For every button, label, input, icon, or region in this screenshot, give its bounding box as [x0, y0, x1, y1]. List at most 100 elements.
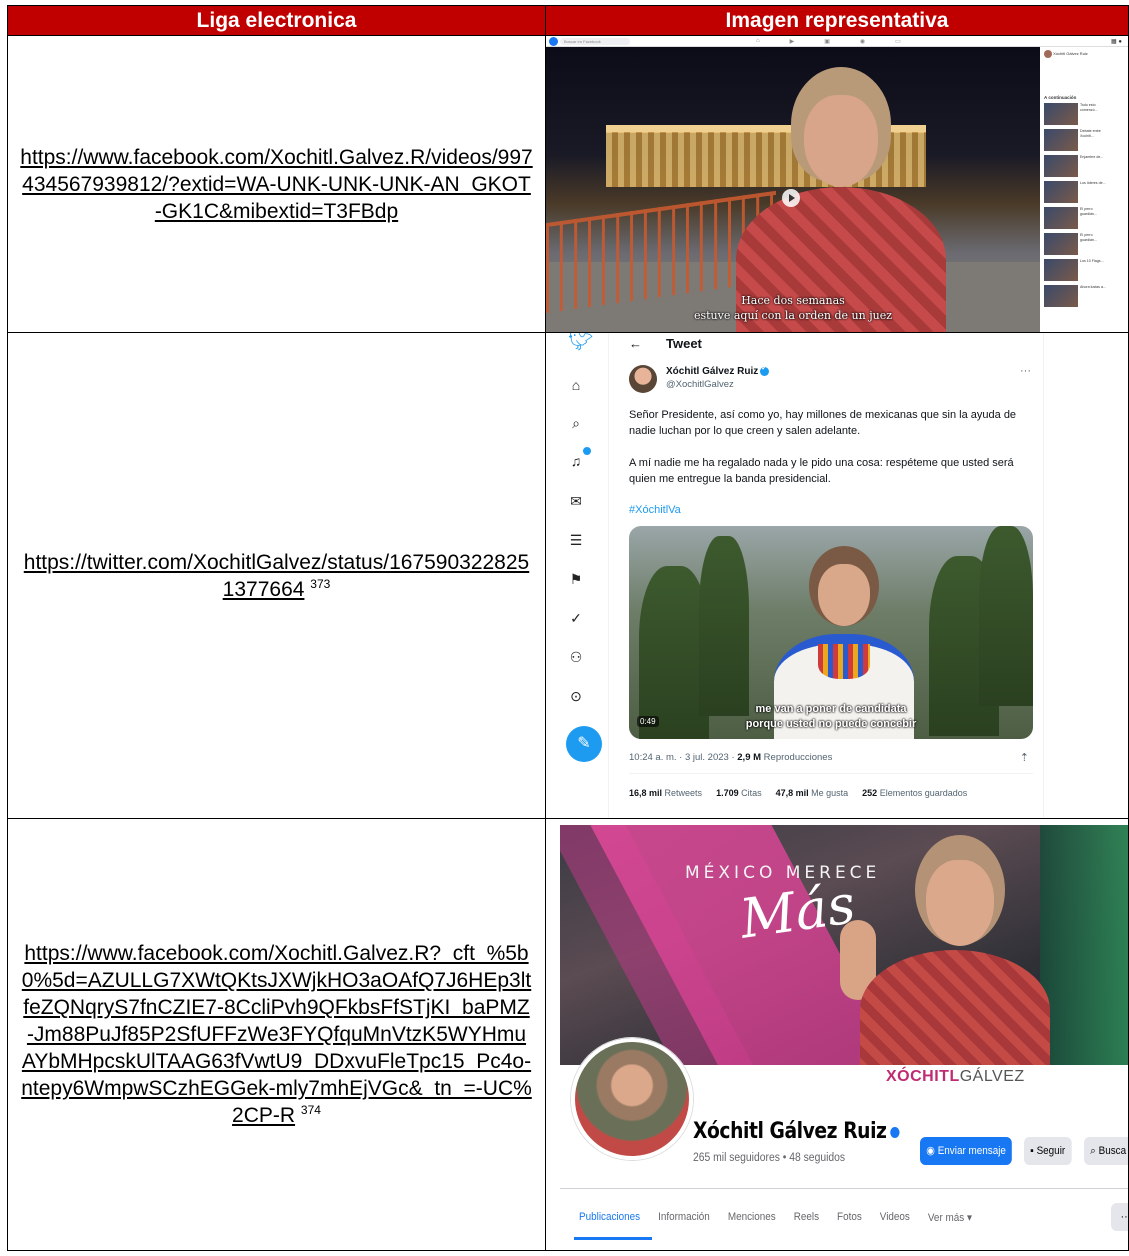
facebook-profile-screenshot: MÉXICO MERECE Más XÓCHITLGÁLVEZ Xóchitl …	[546, 819, 1128, 1250]
tweet-meta: 10:24 a. m. · 3 jul. 2023 · 2,9 M Reprod…	[629, 752, 833, 763]
compose-tweet-icon: ✎	[566, 726, 602, 762]
stat-retweets: 16,8 mil Retweets	[629, 788, 703, 798]
profile-name: Xóchitl Gálvez Ruiz	[693, 1119, 900, 1144]
tweet-paragraph-2: A mí nadie me ha regalado nada y le pido…	[629, 457, 1014, 485]
evidence-table: Liga electronica Imagen representativa h…	[7, 5, 1129, 1251]
tweet-stats: 16,8 mil Retweets 1.709 Citas 47,8 mil M…	[629, 788, 967, 798]
avatar	[571, 1038, 693, 1160]
list-item: Todo esto comenzó...	[1044, 103, 1110, 129]
tab-reels: Reels	[793, 1211, 820, 1223]
author-handle: @XochitlGalvez	[666, 379, 734, 390]
video-frame: Hace dos semanas estuve aquí con la orde…	[546, 47, 1040, 332]
link-cell: https://twitter.com/XochitlGalvez/status…	[7, 332, 546, 819]
image-cell: 🐦︎ ⌂ ⌕ ♫ ✉ ☰ ⚑ ✓ ⚇ ⊙ ✎ ←Tweet Xóchitl G	[545, 332, 1129, 819]
brand-logo: XÓCHITLGÁLVEZ	[886, 1068, 1025, 1085]
video-subtitle-line2: porque usted no puede concebir	[745, 718, 917, 730]
more-icon: ···	[1020, 365, 1031, 377]
verified-icon: ✓	[570, 610, 582, 626]
stat-likes: 47,8 mil Me gusta	[775, 788, 849, 798]
gaming-icon: ▭	[895, 39, 901, 45]
list-item: Los 10 Flags...	[1044, 259, 1110, 285]
facebook-topbar: Buscar en Facebook ⌂ ▶ ▣ ◉ ▭ ▦ ●	[546, 36, 1128, 47]
follow-button: ▪ Seguir	[1024, 1137, 1072, 1165]
avatar	[629, 365, 657, 393]
header-image: Imagen representativa	[545, 5, 1129, 36]
header-row: Liga electronica Imagen representativa	[7, 5, 1129, 36]
list-item: Debate entre Xochitl...	[1044, 129, 1110, 155]
lists-icon: ☰	[569, 532, 583, 548]
more-circle-icon: ⊙	[570, 688, 582, 704]
cover-person	[860, 835, 1050, 1065]
tab-fotos: Fotos	[837, 1211, 862, 1223]
mail-icon: ✉	[570, 493, 582, 509]
image-cell: Buscar en Facebook ⌂ ▶ ▣ ◉ ▭ ▦ ● Hace dos se…	[545, 35, 1129, 333]
bookmark-icon: ⚑	[569, 571, 583, 587]
play-icon	[782, 189, 800, 207]
link-cell: https://www.facebook.com/Xochitl.Galvez.…	[7, 818, 546, 1251]
video-icon: ▶	[789, 39, 795, 45]
facebook-profile-link[interactable]: https://www.facebook.com/Xochitl.Galvez.…	[21, 942, 532, 1127]
analytics-icon: ⇡	[1019, 752, 1029, 764]
tab-menciones: Menciones	[727, 1211, 776, 1223]
divider	[560, 1188, 1128, 1189]
facebook-nav-icons: ⌂ ▶ ▣ ◉ ▭	[756, 38, 901, 45]
link-cell: https://www.facebook.com/Xochitl.Galvez.…	[7, 35, 546, 333]
table-row: https://www.facebook.com/Xochitl.Galvez.…	[7, 35, 1129, 333]
table-row: https://www.facebook.com/Xochitl.Galvez.…	[7, 818, 1129, 1251]
side-author-name: Xóchitl Gálvez Ruiz	[1053, 51, 1088, 57]
stat-bookmarks: 252 Elementos guardados	[862, 788, 968, 798]
marketplace-icon: ▣	[824, 39, 830, 45]
twitter-bird-icon: 🐦︎	[568, 333, 594, 352]
stat-quotes: 1.709 Citas	[716, 788, 762, 798]
search-icon: ⌕	[572, 415, 580, 431]
profile-tabs: Publicaciones Información Menciones Reel…	[579, 1211, 972, 1224]
tweet-header: ← Tweet	[629, 336, 702, 351]
footnote-ref: 374	[300, 1103, 321, 1117]
tweet-screenshot: 🐦︎ ⌂ ⌕ ♫ ✉ ☰ ⚑ ✓ ⚇ ⊙ ✎ ←Tweet Xóchitl G	[546, 333, 1128, 818]
cover-photo: MÉXICO MERECE Más	[560, 825, 1128, 1065]
list-item: Los líderes de...	[1044, 181, 1110, 207]
facebook-video-screenshot: Buscar en Facebook ⌂ ▶ ▣ ◉ ▭ ▦ ● Hace dos se…	[546, 36, 1128, 332]
list-item: El perro guardián...	[1044, 233, 1110, 259]
side-heading: A continuación	[1044, 95, 1077, 100]
send-message-button: ◉ Enviar mensaje	[920, 1137, 1013, 1165]
tweet-paragraph-1: Señor Presidente, así como yo, hay millo…	[629, 409, 1017, 437]
hashtag: #XóchitlVa	[629, 504, 681, 516]
search-icon: ⌕	[1090, 1145, 1099, 1157]
facebook-video-link[interactable]: https://www.facebook.com/Xochitl.Galvez.…	[20, 146, 532, 223]
author-name: Xóchitl Gálvez Ruiz	[666, 364, 770, 377]
tweet-main: ← Tweet Xóchitl Gálvez Ruiz @XochitlGalve…	[608, 333, 1044, 818]
tab-ver-mas: Ver más ▾	[927, 1212, 972, 1224]
verified-badge-icon	[889, 1126, 900, 1138]
search-button: ⌕ Busca	[1084, 1137, 1128, 1165]
speaker-figure	[736, 67, 946, 332]
side-list: Todo esto comenzó... Debate entre Xochit…	[1044, 103, 1110, 311]
list-item: Ahora lustas a...	[1044, 285, 1110, 311]
tab-informacion: Información	[658, 1211, 710, 1223]
home-icon: ⌂	[571, 377, 581, 393]
profile-icon: ⚇	[569, 649, 583, 665]
notification-badge	[583, 447, 591, 455]
tab-videos: Videos	[879, 1211, 910, 1223]
video-caption-line1: Hace dos semanas	[741, 294, 845, 307]
video-caption-line2: estuve aquí con la orden de un juez	[693, 309, 893, 322]
tab-publicaciones: Publicaciones	[579, 1211, 641, 1223]
more-options-icon: ···	[1111, 1203, 1128, 1231]
facebook-side-panel: Xóchitl Gálvez Ruiz A continuación Todo …	[1042, 47, 1112, 332]
video-subtitle-line1: me van a poner de candidata	[755, 703, 907, 715]
back-arrow-icon: ←	[629, 336, 642, 351]
home-icon: ⌂	[756, 38, 760, 44]
tweet-title: Tweet	[666, 336, 702, 351]
bell-icon: ♫	[570, 453, 582, 469]
avatar	[1044, 50, 1052, 58]
list-item: Enjambre de...	[1044, 155, 1110, 181]
groups-icon: ◉	[859, 39, 866, 45]
twitter-sidebar: 🐦︎ ⌂ ⌕ ♫ ✉ ☰ ⚑ ✓ ⚇ ⊙ ✎	[547, 333, 607, 818]
active-tab-indicator	[574, 1237, 652, 1240]
verified-badge-icon	[760, 364, 770, 376]
facebook-logo-icon	[549, 37, 558, 46]
messenger-icon: ◉	[926, 1145, 938, 1157]
menu-icon: ▦ ●	[1111, 39, 1122, 45]
twitter-status-link[interactable]: https://twitter.com/XochitlGalvez/status…	[24, 551, 529, 601]
tweet-video: 0:49 me van a poner de candidata porque …	[629, 526, 1033, 739]
